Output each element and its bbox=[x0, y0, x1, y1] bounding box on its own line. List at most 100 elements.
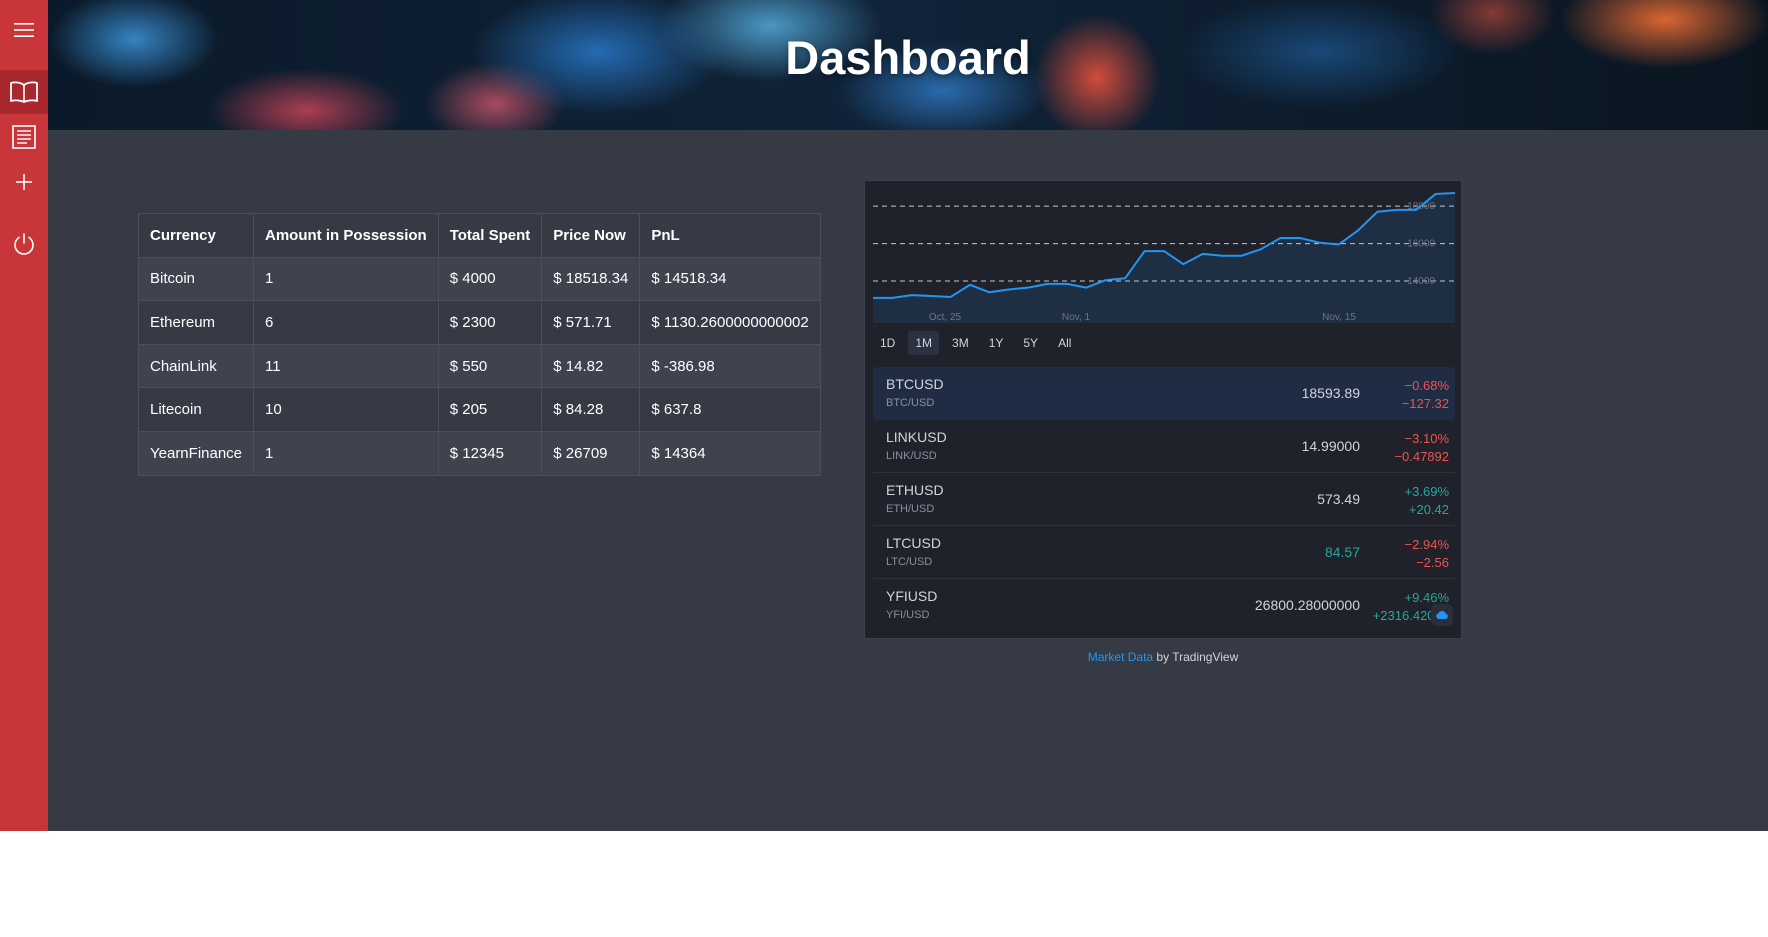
sidebar-item-transactions[interactable] bbox=[0, 115, 48, 159]
symbol-row-ltcusd[interactable]: LTCUSD LTC/USD 84.57 −2.94% −2.56 bbox=[873, 526, 1455, 579]
cell-amount: 1 bbox=[253, 430, 439, 476]
range-button-5y[interactable]: 5Y bbox=[1016, 331, 1045, 355]
cell-price-now: $ 18518.34 bbox=[541, 256, 641, 302]
cell-amount: 11 bbox=[253, 343, 439, 389]
cell-amount: 1 bbox=[253, 256, 439, 302]
cell-currency: Litecoin bbox=[137, 387, 255, 432]
cell-currency: Ethereum bbox=[137, 300, 255, 345]
attribution-suffix: by TradingView bbox=[1153, 650, 1239, 664]
symbol-change-percent: +3.69% bbox=[1404, 484, 1449, 499]
x-tick-label: Oct, 25 bbox=[929, 312, 962, 323]
cell-pnl: $ 14364 bbox=[639, 430, 821, 476]
symbol-change-absolute: −127.32 bbox=[1401, 396, 1449, 411]
table-row: YearnFinance 1 $ 12345 $ 26709 $ 14364 bbox=[137, 430, 821, 476]
cell-currency: YearnFinance bbox=[137, 430, 255, 476]
cell-pnl: $ 1130.2600000000002 bbox=[639, 300, 821, 345]
symbol-price: 14.99000 bbox=[1301, 438, 1360, 454]
portfolio-table: Currency Amount in Possession Total Spen… bbox=[137, 213, 821, 476]
symbol-row-btcusd[interactable]: BTCUSD BTC/USD 18593.89 −0.68% −127.32 bbox=[873, 367, 1455, 420]
column-header: Amount in Possession bbox=[253, 213, 439, 258]
table-row: Bitcoin 1 $ 4000 $ 18518.34 $ 14518.34 bbox=[137, 256, 821, 302]
cell-currency: Bitcoin bbox=[137, 256, 255, 302]
power-icon bbox=[14, 233, 34, 255]
x-tick-label: Nov, 1 bbox=[1062, 312, 1091, 323]
table-row: Litecoin 10 $ 205 $ 84.28 $ 637.8 bbox=[137, 387, 821, 432]
cloud-icon bbox=[1436, 611, 1448, 619]
symbol-list: BTCUSD BTC/USD 18593.89 −0.68% −127.32 L… bbox=[873, 367, 1455, 632]
hamburger-menu-icon bbox=[14, 23, 34, 37]
cell-price-now: $ 26709 bbox=[541, 430, 641, 476]
symbol-change-percent: −0.68% bbox=[1404, 378, 1449, 393]
cell-price-now: $ 84.28 bbox=[541, 387, 641, 432]
symbol-price: 84.57 bbox=[1324, 544, 1360, 560]
column-header: PnL bbox=[639, 213, 821, 258]
plus-icon bbox=[16, 174, 32, 190]
range-button-1y[interactable]: 1Y bbox=[982, 331, 1011, 355]
symbol-name: LINKUSD bbox=[886, 429, 947, 445]
price-chart-svg: 180001600014000Oct, 25 Nov, 1 Nov, 15 bbox=[873, 189, 1455, 323]
cloud-sync-button[interactable] bbox=[1431, 604, 1453, 626]
symbol-change-percent: −2.94% bbox=[1404, 537, 1449, 552]
attribution: Market Data by TradingView bbox=[864, 650, 1462, 664]
symbol-change-percent: −3.10% bbox=[1404, 431, 1449, 446]
cell-currency: ChainLink bbox=[137, 343, 255, 389]
range-button-all[interactable]: All bbox=[1051, 331, 1078, 355]
cell-price-now: $ 571.71 bbox=[541, 300, 641, 345]
symbol-row-linkusd[interactable]: LINKUSD LINK/USD 14.99000 −3.10% −0.4789… bbox=[873, 420, 1455, 473]
symbol-row-yfiusd[interactable]: YFIUSD YFI/USD 26800.28000000 +9.46% +23… bbox=[873, 579, 1455, 632]
cell-total-spent: $ 550 bbox=[437, 343, 543, 389]
range-button-1m[interactable]: 1M bbox=[908, 331, 940, 355]
symbol-price: 26800.28000000 bbox=[1254, 597, 1360, 613]
cell-total-spent: $ 2300 bbox=[437, 300, 543, 345]
range-selector: 1D 1M 3M 1Y 5Y All bbox=[873, 331, 1078, 355]
table-row: Ethereum 6 $ 2300 $ 571.71 $ 1130.260000… bbox=[137, 300, 821, 345]
column-header: Total Spent bbox=[437, 213, 543, 258]
symbol-description: LTC/USD bbox=[886, 556, 933, 568]
app-root: Dashboard Currency Amount in Possession … bbox=[0, 0, 1768, 831]
price-chart[interactable]: 18000 16000 14000 Oct, 25 Nov, 1 Nov, 15 bbox=[873, 189, 1455, 323]
column-header: Currency bbox=[137, 213, 255, 258]
symbol-description: YFI/USD bbox=[886, 609, 930, 621]
symbol-description: ETH/USD bbox=[886, 503, 935, 515]
market-overview-widget: 18000 16000 14000 Oct, 25 Nov, 1 Nov, 15 1D 1… bbox=[864, 180, 1462, 639]
cell-price-now: $ 14.82 bbox=[541, 343, 641, 389]
symbol-name: LTCUSD bbox=[886, 535, 941, 551]
hamburger-menu-button[interactable] bbox=[0, 8, 48, 52]
range-button-1d[interactable]: 1D bbox=[873, 331, 902, 355]
cell-amount: 6 bbox=[253, 300, 439, 345]
cell-pnl: $ -386.98 bbox=[639, 343, 821, 389]
y-tick-label: 14000 bbox=[1407, 276, 1435, 287]
book-icon bbox=[10, 81, 38, 103]
cell-total-spent: $ 4000 bbox=[437, 256, 543, 302]
y-tick-label: 16000 bbox=[1407, 239, 1435, 250]
table-row: ChainLink 11 $ 550 $ 14.82 $ -386.98 bbox=[137, 343, 821, 389]
header-banner: Dashboard bbox=[48, 0, 1768, 130]
symbol-name: YFIUSD bbox=[886, 588, 938, 604]
sidebar bbox=[0, 0, 48, 831]
symbol-price: 573.49 bbox=[1317, 491, 1360, 507]
symbol-name: BTCUSD bbox=[886, 376, 944, 392]
symbol-description: LINK/USD bbox=[886, 450, 937, 462]
cell-pnl: $ 637.8 bbox=[639, 387, 821, 432]
symbol-change-percent: +9.46% bbox=[1404, 590, 1449, 605]
sidebar-item-add[interactable] bbox=[0, 160, 48, 204]
sidebar-item-logout[interactable] bbox=[0, 222, 48, 266]
symbol-price: 18593.89 bbox=[1301, 385, 1360, 401]
sidebar-item-portfolio[interactable] bbox=[0, 70, 48, 114]
x-tick-label: Nov, 15 bbox=[1322, 312, 1356, 323]
symbol-name: ETHUSD bbox=[886, 482, 944, 498]
cell-total-spent: $ 12345 bbox=[437, 430, 543, 476]
symbol-row-ethusd[interactable]: ETHUSD ETH/USD 573.49 +3.69% +20.42 bbox=[873, 473, 1455, 526]
table-header-row: Currency Amount in Possession Total Spen… bbox=[137, 213, 821, 258]
cell-total-spent: $ 205 bbox=[437, 387, 543, 432]
cell-amount: 10 bbox=[253, 387, 439, 432]
range-button-3m[interactable]: 3M bbox=[945, 331, 976, 355]
page-title: Dashboard bbox=[785, 31, 1031, 84]
symbol-description: BTC/USD bbox=[886, 397, 935, 409]
cell-pnl: $ 14518.34 bbox=[639, 256, 821, 302]
ledger-icon bbox=[12, 125, 36, 149]
market-data-link[interactable]: Market Data bbox=[1088, 650, 1153, 664]
column-header: Price Now bbox=[541, 213, 641, 258]
symbol-change-absolute: −2.56 bbox=[1416, 555, 1449, 570]
symbol-change-absolute: +20.42 bbox=[1408, 502, 1449, 517]
